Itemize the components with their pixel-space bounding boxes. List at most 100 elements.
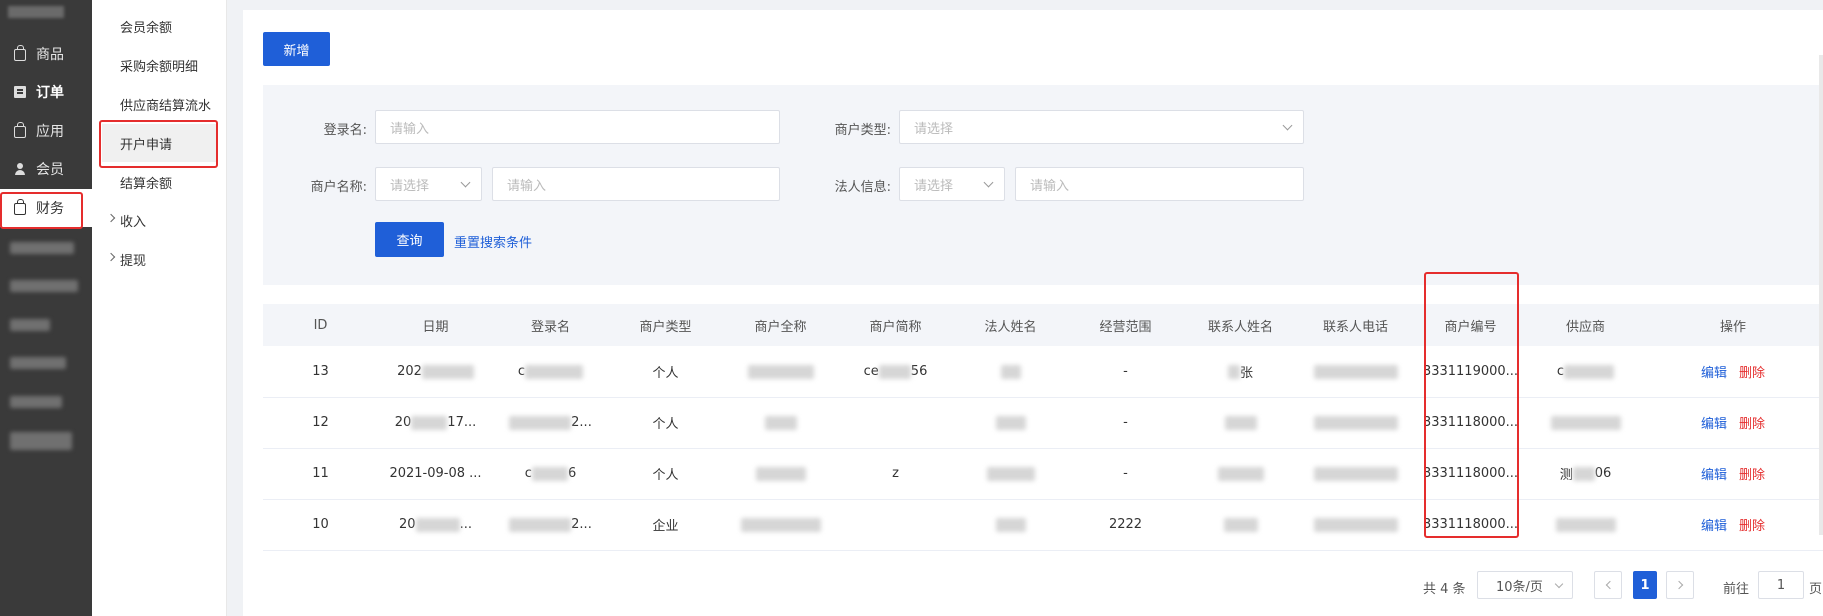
column-header: 供应商 [1565,319,1605,335]
app-logo [8,6,64,18]
chevron-right-icon [106,213,116,223]
table-cell-actions: 编辑 删除 [1643,499,1823,550]
highlight-box-merchant-code [1424,272,1519,538]
query-button-label: 查询 [396,234,423,249]
obscured-value [878,364,911,379]
obscured-menu-item[interactable] [10,396,62,408]
sidebar-item-label: 商品 [36,47,64,63]
goto-page-value: 1 [1776,577,1786,593]
obscured-menu-item[interactable] [10,242,74,254]
delete-link[interactable]: 删除 [1739,413,1765,432]
table-cell-supplier: 测 06 [1528,448,1643,499]
cell-text: c [1556,364,1565,379]
merchant-name-input[interactable]: 请输入 [492,167,780,201]
edit-link[interactable]: 编辑 [1701,464,1727,483]
obscured-value [995,517,1026,532]
column-header: 日期 [422,319,449,335]
page-number-current[interactable]: 1 [1633,571,1657,599]
submenu-item-label: 会员余额 [120,20,173,36]
submenu-item-purchase-balance[interactable]: 采购余额明细 [92,46,227,84]
cell-text: c [524,466,532,481]
table-cell-legal-name [953,499,1068,550]
submenu-item-settlement-balance[interactable]: 结算余额 [92,163,227,201]
column-header: 操作 [1719,319,1746,335]
column-header: 登录名 [530,319,570,335]
user-icon [14,163,26,175]
legal-info-label: 法人信息: [834,180,891,195]
table-cell-legal-name [953,448,1068,499]
merchant-name-select-placeholder: 请选择 [390,178,430,194]
legal-info-input-placeholder: 请输入 [1030,178,1070,194]
legal-info-select[interactable]: 请选择 [899,167,1005,201]
table-cell-contact [1183,448,1298,499]
submenu-item-income[interactable]: 收入 [92,201,227,239]
chevron-left-icon [1605,580,1614,590]
merchant-name-input-placeholder: 请输入 [507,178,547,194]
vertical-scrollbar[interactable] [1819,55,1823,535]
legal-info-input[interactable]: 请输入 [1015,167,1304,201]
reset-filters-link[interactable]: 重置搜索条件 [454,232,532,251]
cell-text: 56 [910,364,928,379]
table-cell-supplier [1528,397,1643,448]
submenu-item-withdraw[interactable]: 提现 [92,240,227,278]
login-name-label: 登录名: [323,123,367,138]
table-cell-phone [1298,448,1413,499]
table-cell-actions: 编辑 删除 [1643,397,1823,448]
table-cell-full-name [723,346,838,397]
login-name-input[interactable]: 请输入 [375,110,780,144]
table-cell-supplier [1528,499,1643,550]
pagination-total: 共 4 条 [1423,582,1466,597]
obscured-value [1550,415,1621,430]
obscured-value [1313,517,1398,532]
merchant-type-label: 商户类型: [834,123,891,138]
sidebar-item-products[interactable]: 商品 [0,35,92,73]
login-name-placeholder: 请输入 [390,121,430,137]
obscured-value [1572,466,1595,481]
sidebar-item-members[interactable]: 会员 [0,150,92,188]
table-cell-scope: 2222 [1108,517,1143,532]
delete-link[interactable]: 删除 [1739,362,1765,381]
goto-page-input[interactable]: 1 [1758,571,1804,599]
submenu-item-member-balance[interactable]: 会员余额 [92,7,227,45]
edit-link[interactable]: 编辑 [1701,362,1727,381]
table-cell-type: 个人 [652,468,679,483]
column-header: ID [313,317,328,333]
edit-link[interactable]: 编辑 [1701,515,1727,534]
cell-text: 测 [1559,468,1573,483]
sidebar-item-apps[interactable]: 应用 [0,112,92,150]
table-cell-type: 个人 [652,366,679,381]
table-cell-contact [1183,499,1298,550]
obscured-value [1313,415,1398,430]
query-button[interactable]: 查询 [375,222,444,257]
cell-text: 2... [571,517,592,532]
table-cell-type: 个人 [652,417,679,432]
obscured-menu-item[interactable] [10,319,50,331]
obscured-menu-item[interactable] [10,280,78,292]
table-cell-contact [1183,397,1298,448]
obscured-value [1223,517,1258,532]
add-button[interactable]: 新增 [263,32,330,66]
submenu-item-supplier-settlement[interactable]: 供应商结算流水 [92,85,227,123]
page-size-value: 10条/页 [1496,579,1543,595]
table-cell-date: 20 17... [378,397,493,448]
edit-link[interactable]: 编辑 [1701,413,1727,432]
cell-text: 20 [394,415,412,430]
cell-text: 6 [567,466,577,481]
next-page-button[interactable] [1666,571,1694,599]
merchant-type-placeholder: 请选择 [914,121,954,137]
prev-page-button[interactable] [1594,571,1622,599]
chevron-right-icon [106,252,116,262]
cell-text: ce [863,364,879,379]
table-cell-date: 20... [378,499,493,550]
submenu-item-label: 结算余额 [120,176,173,192]
page-size-select[interactable]: 10条/页 [1477,571,1573,599]
sidebar-item-orders[interactable]: 订单 [0,73,92,111]
obscured-menu-item[interactable] [10,357,66,369]
delete-link[interactable]: 删除 [1739,464,1765,483]
table-cell-legal-name [953,397,1068,448]
merchant-name-select[interactable]: 请选择 [375,167,482,201]
delete-link[interactable]: 删除 [1739,515,1765,534]
merchant-type-select[interactable]: 请选择 [899,110,1304,144]
obscured-menu-item[interactable] [10,432,72,450]
cell-text: 2... [571,415,592,430]
